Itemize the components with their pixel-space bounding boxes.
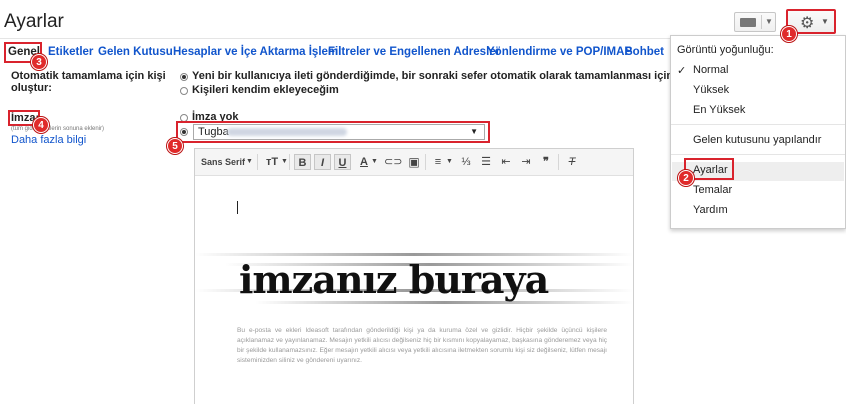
banner-stripe: [195, 253, 633, 256]
font-size-icon[interactable]: тT: [263, 154, 281, 170]
button-divider: [761, 15, 762, 29]
signature-banner-image: imzanız buraya: [195, 241, 633, 317]
numbered-list-icon[interactable]: ⅓: [459, 154, 473, 170]
menu-item-yuksek[interactable]: Yüksek: [693, 84, 729, 96]
annotation-badge-2: 2: [678, 170, 694, 186]
annotation-badge-3: 3: [31, 54, 47, 70]
menu-item-themes[interactable]: Temalar: [693, 184, 732, 196]
toolbar-separator: [289, 154, 290, 170]
signature-editor[interactable]: Sans Serif ▼ тT ▼ B I U A ▼ ⊂⊃ ▣ ≡ ▼ ⅓ ☰…: [194, 148, 634, 404]
signature-select-highlight: [176, 121, 490, 143]
menu-item-configure-inbox[interactable]: Gelen kutusunu yapılandır: [693, 134, 821, 146]
editor-toolbar: Sans Serif ▼ тT ▼ B I U A ▼ ⊂⊃ ▣ ≡ ▼ ⅓ ☰…: [195, 149, 633, 176]
tab-etiketler[interactable]: Etiketler: [48, 46, 93, 58]
image-icon[interactable]: ▣: [407, 154, 421, 170]
autocomplete-radio-manual[interactable]: [180, 87, 188, 95]
underline-icon[interactable]: U: [334, 154, 351, 170]
indent-less-icon[interactable]: ⇤: [499, 154, 513, 170]
menu-item-label: Normal: [693, 64, 729, 76]
chevron-down-icon: ▼: [371, 158, 378, 165]
menu-divider: [671, 124, 845, 125]
text-cursor: [237, 201, 238, 214]
signature-disclaimer: Bu e-posta ve ekleri Ideasoft tarafından…: [237, 327, 607, 364]
signature-hint: (tüm giden iletilerin sonuna eklenir): [11, 126, 105, 132]
menu-item-en-yuksek[interactable]: En Yüksek: [693, 104, 745, 116]
menu-item-help[interactable]: Yardım: [693, 204, 728, 216]
more-info-link[interactable]: Daha fazla bilgi: [11, 134, 86, 146]
chevron-down-icon: ▼: [765, 17, 773, 26]
autocomplete-option-manual[interactable]: Kişileri kendim ekleyeceğim: [192, 84, 339, 96]
link-icon[interactable]: ⊂⊃: [384, 154, 402, 170]
chevron-down-icon: ▼: [821, 17, 829, 26]
annotation-badge-4: 4: [33, 117, 49, 133]
align-icon[interactable]: ≡: [431, 154, 445, 170]
indent-more-icon[interactable]: ⇥: [519, 154, 533, 170]
font-family-select[interactable]: Sans Serif: [201, 154, 245, 170]
chevron-down-icon: ▼: [246, 158, 253, 165]
tab-filtreler[interactable]: Filtreler ve Engellenen Adresler: [328, 46, 500, 58]
italic-icon[interactable]: I: [314, 154, 331, 170]
settings-dropdown-menu: Görüntü yoğunluğu: ✓ Normal Yüksek En Yü…: [670, 35, 846, 229]
page-title: Ayarlar: [4, 11, 64, 32]
bold-icon[interactable]: B: [294, 154, 311, 170]
signature-text: imzanız buraya: [239, 257, 549, 302]
annotation-badge-5: 5: [167, 138, 183, 154]
remove-formatting-icon[interactable]: T: [565, 154, 579, 170]
tab-sohbet[interactable]: Sohbet: [625, 46, 664, 58]
tab-yonlendirme[interactable]: Yönlendirme ve POP/IMAP: [487, 46, 632, 58]
toolbar-separator: [425, 154, 426, 170]
toolbar-separator: [257, 154, 258, 170]
autocomplete-label: Otomatik tamamlama için kişi oluştur:: [11, 70, 166, 94]
chevron-down-icon: ▼: [446, 158, 453, 165]
tab-hesaplar[interactable]: Hesaplar ve İçe Aktarma İşlemi: [173, 46, 341, 58]
tab-gelen-kutusu[interactable]: Gelen Kutusu: [98, 46, 173, 58]
chevron-down-icon: ▼: [281, 158, 288, 165]
annotation-badge-1: 1: [781, 26, 797, 42]
density-header: Görüntü yoğunluğu:: [677, 44, 774, 56]
text-color-icon[interactable]: A: [357, 154, 371, 170]
checkmark-icon: ✓: [677, 65, 687, 77]
autocomplete-radio-auto[interactable]: [180, 73, 188, 81]
menu-item-normal[interactable]: ✓ Normal: [677, 64, 729, 77]
bulleted-list-icon[interactable]: ☰: [479, 154, 493, 170]
toolbar-separator: [558, 154, 559, 170]
keyboard-icon: [740, 18, 756, 27]
menu-divider: [671, 154, 845, 155]
gear-icon: ⚙: [800, 15, 815, 32]
input-tools-button[interactable]: ▼: [734, 12, 776, 32]
quote-icon[interactable]: ❞: [539, 154, 553, 170]
